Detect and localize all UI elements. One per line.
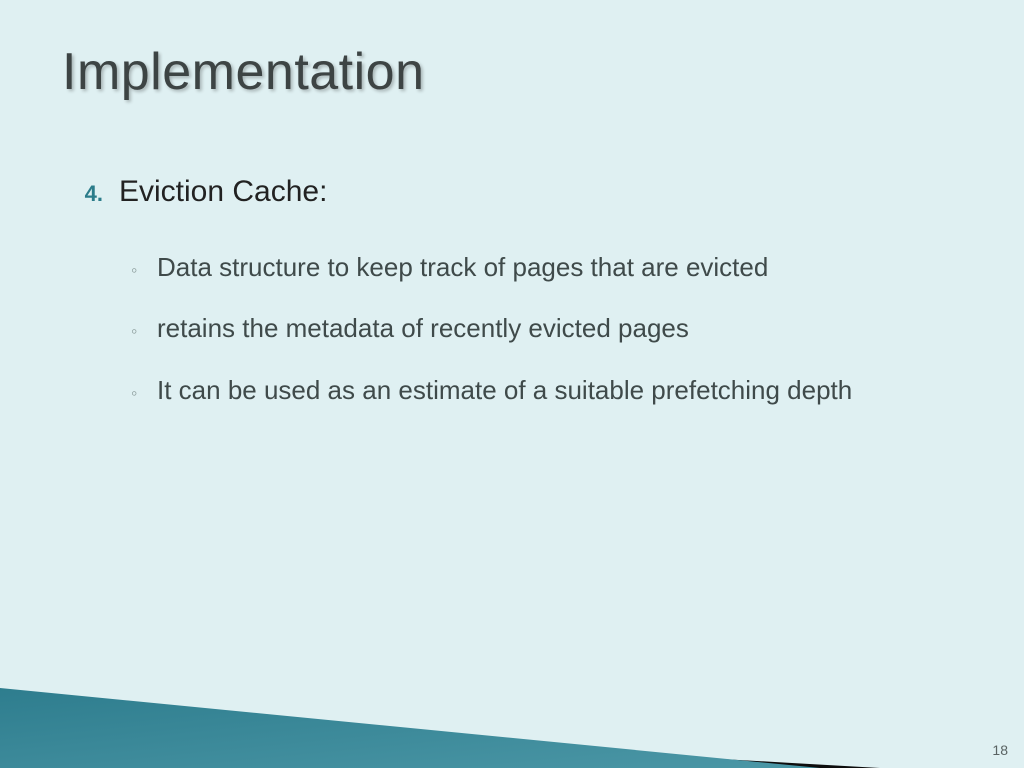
sub-list: ◦ Data structure to keep track of pages … xyxy=(131,241,904,417)
slide-content: 4. Eviction Cache: ◦ Data structure to k… xyxy=(75,175,904,425)
bullet-text: It can be used as an estimate of a suita… xyxy=(157,364,852,417)
list-item: ◦ It can be used as an estimate of a sui… xyxy=(131,364,904,417)
slide-title: Implementation xyxy=(62,42,425,102)
numbered-item: 4. Eviction Cache: xyxy=(75,175,904,209)
bullet-text: Data structure to keep track of pages th… xyxy=(157,241,768,294)
list-item: ◦ retains the metadata of recently evict… xyxy=(131,302,904,355)
list-heading: Eviction Cache: xyxy=(119,175,327,209)
page-number: 18 xyxy=(992,742,1008,758)
list-number-4: 4. xyxy=(75,181,103,207)
bullet-icon: ◦ xyxy=(131,313,143,350)
list-item: ◦ Data structure to keep track of pages … xyxy=(131,241,904,294)
bullet-icon: ◦ xyxy=(131,252,143,289)
bullet-icon: ◦ xyxy=(131,375,143,412)
decorative-triangles xyxy=(0,598,1024,768)
bullet-text: retains the metadata of recently evicted… xyxy=(157,302,689,355)
